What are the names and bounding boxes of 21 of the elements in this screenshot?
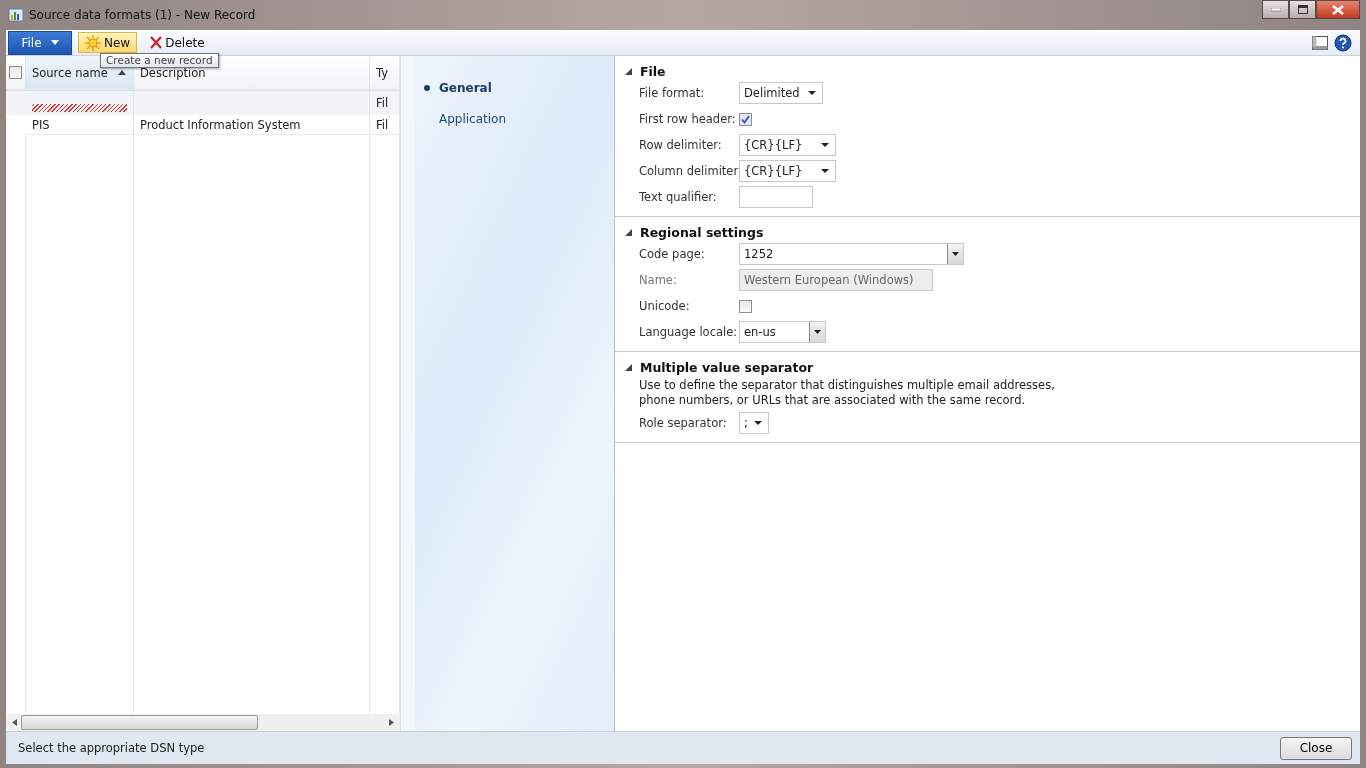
field-label: Name: [639, 273, 678, 287]
table-cell: Fil [370, 115, 400, 135]
section-title: File [640, 63, 666, 79]
field-label: File format: [639, 86, 706, 100]
field-label: Code page: [639, 247, 706, 261]
tooltip: Create a new record [100, 53, 219, 68]
field-label: Unicode: [639, 299, 691, 313]
status-message: Select the appropriate DSN type [18, 741, 205, 755]
field-label: First row header: [639, 112, 737, 126]
table-cell: Product Information System [134, 115, 370, 135]
section-title: Multiple value separator [640, 359, 814, 375]
field-label: Text qualifier: [639, 190, 718, 204]
field-label: Role separator: [639, 416, 728, 430]
field-label: Language locale: [639, 325, 739, 339]
field-label: Row delimiter: [639, 138, 723, 152]
table-cell: PIS [26, 115, 134, 135]
section-title: Regional settings [640, 224, 764, 240]
section-description: Use to define the separator that distinguishes multiple email addresses, phone numbers, or URLs that are associated with the same record. [639, 378, 1056, 408]
filter-value: Fil [376, 96, 389, 110]
window-title: Source data formats (1) - New Record [29, 8, 256, 22]
field-label: Column delimiter: [639, 164, 739, 178]
